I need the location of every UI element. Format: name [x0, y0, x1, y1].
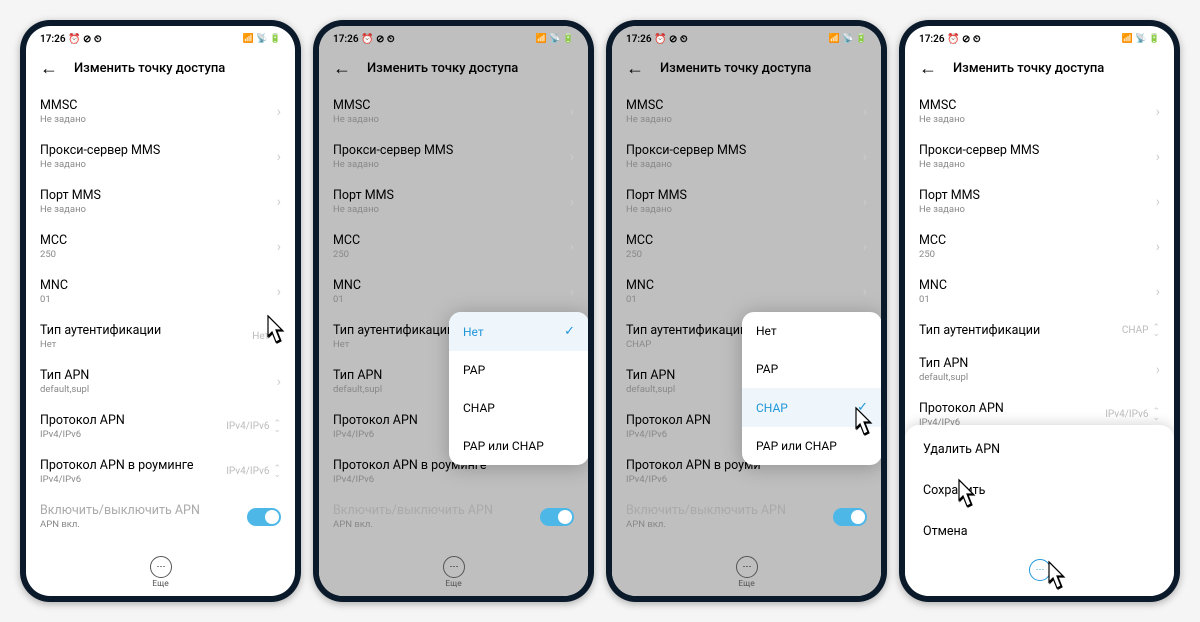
check-icon: ✓ — [857, 400, 868, 415]
status-bar: 17:26 ⏰ ⊘ ⏲ 📶 📡 🔋 — [26, 26, 295, 50]
row-channel: Канал — [319, 539, 588, 548]
row-mnc: MNC01› — [319, 269, 588, 314]
more-button[interactable]: ⋯ — [905, 552, 1174, 588]
chevron-right-icon: › — [1156, 104, 1160, 120]
header: ← Изменить точку доступа — [319, 50, 588, 89]
header: ← Изменить точку доступа — [905, 50, 1174, 89]
row-mcc[interactable]: MCC250› — [26, 224, 295, 269]
more-button[interactable]: ⋯ Еще — [26, 548, 295, 596]
toggle-on-icon — [833, 508, 867, 526]
row-auth-type[interactable]: Тип аутентификацииCHAP⌃⌄ — [905, 314, 1174, 347]
cancel-button[interactable]: Отмена — [905, 511, 1174, 552]
row-apn-protocol[interactable]: Протокол APNIPv4/IPv6IPv4/IPv6⌃⌄ — [26, 404, 295, 449]
chevron-right-icon: › — [277, 104, 281, 120]
back-icon[interactable]: ← — [333, 58, 351, 79]
back-icon[interactable]: ← — [919, 58, 937, 79]
status-bar: 17:26 ⏰ ⊘ ⏲ 📶 📡 🔋 — [319, 26, 588, 50]
auth-option-none[interactable]: Нет — [742, 312, 881, 350]
chevron-right-icon: › — [277, 194, 281, 210]
phone-3: 17:26 ⏰ ⊘ ⏲ 📶 📡 🔋 ← Изменить точку досту… — [606, 20, 887, 602]
row-mnc[interactable]: MNC01› — [905, 269, 1174, 314]
auth-type-popup: Нет PAP CHAP✓ PAP или CHAP — [742, 312, 881, 465]
auth-option-chap[interactable]: CHAP✓ — [742, 388, 881, 427]
status-icons-right: 📶 📡 🔋 — [243, 34, 281, 44]
row-apn-type[interactable]: Тип APNdefault,supl› — [905, 347, 1174, 392]
more-icon: ⋯ — [150, 556, 172, 578]
chevron-right-icon: › — [1156, 284, 1160, 300]
auth-type-popup: Нет✓ PAP CHAP PAP или CHAP — [449, 312, 588, 465]
row-channel: Канал — [612, 539, 881, 548]
save-button[interactable]: Сохранить — [905, 470, 1174, 511]
row-mcc[interactable]: MCC250› — [905, 224, 1174, 269]
chevron-right-icon: › — [277, 374, 281, 390]
row-apn-roaming-protocol[interactable]: Протокол APN в роумингеIPv4/IPv6IPv4/IPv… — [26, 449, 295, 494]
row-mmsc: MMSCНе задано› — [319, 89, 588, 134]
row-mmsc: MMSCНе задано› — [612, 89, 881, 134]
check-icon: ✓ — [564, 324, 575, 339]
row-auth-type[interactable]: Тип аутентификацииНетНет⌃⌄ — [26, 314, 295, 359]
back-icon[interactable]: ← — [40, 58, 58, 79]
more-icon: ⋯ — [1029, 559, 1051, 581]
auth-option-chap[interactable]: CHAP — [449, 389, 588, 427]
row-mnc[interactable]: MNC01› — [26, 269, 295, 314]
row-mnc: MNC01› — [612, 269, 881, 314]
row-mmsc[interactable]: MMSCНе задано› — [905, 89, 1174, 134]
chevron-right-icon: › — [1156, 362, 1160, 378]
row-mcc: MCC250› — [319, 224, 588, 269]
chevron-right-icon: › — [277, 239, 281, 255]
auth-option-pap[interactable]: PAP — [449, 351, 588, 389]
back-icon[interactable]: ← — [626, 58, 644, 79]
auth-option-pap[interactable]: PAP — [742, 350, 881, 388]
row-mms-port[interactable]: Порт MMSНе задано› — [905, 179, 1174, 224]
header: ← Изменить точку доступа — [612, 50, 881, 89]
row-apn-toggle: Включить/выключить APNAPN вкл. — [612, 494, 881, 539]
row-apn-type[interactable]: Тип APNdefault,supl› — [26, 359, 295, 404]
more-icon: ⋯ — [443, 556, 465, 578]
more-button[interactable]: ⋯ Еще — [319, 548, 588, 596]
row-mmsc[interactable]: MMSCНе задано› — [26, 89, 295, 134]
header: ← Изменить точку доступа — [26, 50, 295, 89]
phone-2: 17:26 ⏰ ⊘ ⏲ 📶 📡 🔋 ← Изменить точку досту… — [313, 20, 594, 602]
updown-icon: ⌃⌄ — [273, 331, 281, 343]
chevron-right-icon: › — [1156, 149, 1160, 165]
row-mms-proxy[interactable]: Прокси-сервер MMSНе задано› — [905, 134, 1174, 179]
chevron-right-icon: › — [1156, 194, 1160, 210]
toggle-on-icon — [540, 508, 574, 526]
more-icon: ⋯ — [736, 556, 758, 578]
row-mms-proxy[interactable]: Прокси-сервер MMSНе задано› — [26, 134, 295, 179]
more-button[interactable]: ⋯ Еще — [612, 548, 881, 596]
toggle-on-icon[interactable] — [247, 508, 281, 526]
more-menu-sheet: Удалить APN Сохранить Отмена ⋯ — [905, 425, 1174, 596]
chevron-right-icon: › — [1156, 239, 1160, 255]
row-mms-proxy: Прокси-сервер MMSНе задано› — [612, 134, 881, 179]
status-icons-left: ⏰ ⊘ ⏲ — [68, 34, 102, 45]
auth-option-none[interactable]: Нет✓ — [449, 312, 588, 351]
status-time: 17:26 — [40, 34, 66, 45]
phone-1: 17:26 ⏰ ⊘ ⏲ 📶 📡 🔋 ← Изменить точку досту… — [20, 20, 301, 602]
row-mms-port: Порт MMSНе задано› — [319, 179, 588, 224]
status-bar: 17:26 ⏰ ⊘ ⏲ 📶 📡 🔋 — [905, 26, 1174, 50]
chevron-right-icon: › — [277, 284, 281, 300]
delete-apn[interactable]: Удалить APN — [905, 429, 1174, 470]
row-mms-port: Порт MMSНе задано› — [612, 179, 881, 224]
row-mms-proxy: Прокси-сервер MMSНе задано› — [319, 134, 588, 179]
auth-option-pap-or-chap[interactable]: PAP или CHAP — [449, 427, 588, 465]
row-apn-toggle[interactable]: Включить/выключить APNAPN вкл. — [26, 494, 295, 539]
row-apn-toggle: Включить/выключить APNAPN вкл. — [319, 494, 588, 539]
updown-icon: ⌃⌄ — [1152, 409, 1160, 421]
updown-icon: ⌃⌄ — [1152, 325, 1160, 337]
phone-4: 17:26 ⏰ ⊘ ⏲ 📶 📡 🔋 ← Изменить точку досту… — [899, 20, 1180, 602]
row-mms-port[interactable]: Порт MMSНе задано› — [26, 179, 295, 224]
auth-option-pap-or-chap[interactable]: PAP или CHAP — [742, 427, 881, 465]
chevron-right-icon: › — [277, 149, 281, 165]
status-bar: 17:26 ⏰ ⊘ ⏲ 📶 📡 🔋 — [612, 26, 881, 50]
updown-icon: ⌃⌄ — [273, 466, 281, 478]
row-mcc: MCC250› — [612, 224, 881, 269]
updown-icon: ⌃⌄ — [273, 421, 281, 433]
page-title: Изменить точку доступа — [74, 61, 225, 76]
row-channel[interactable]: Канал — [26, 539, 295, 548]
